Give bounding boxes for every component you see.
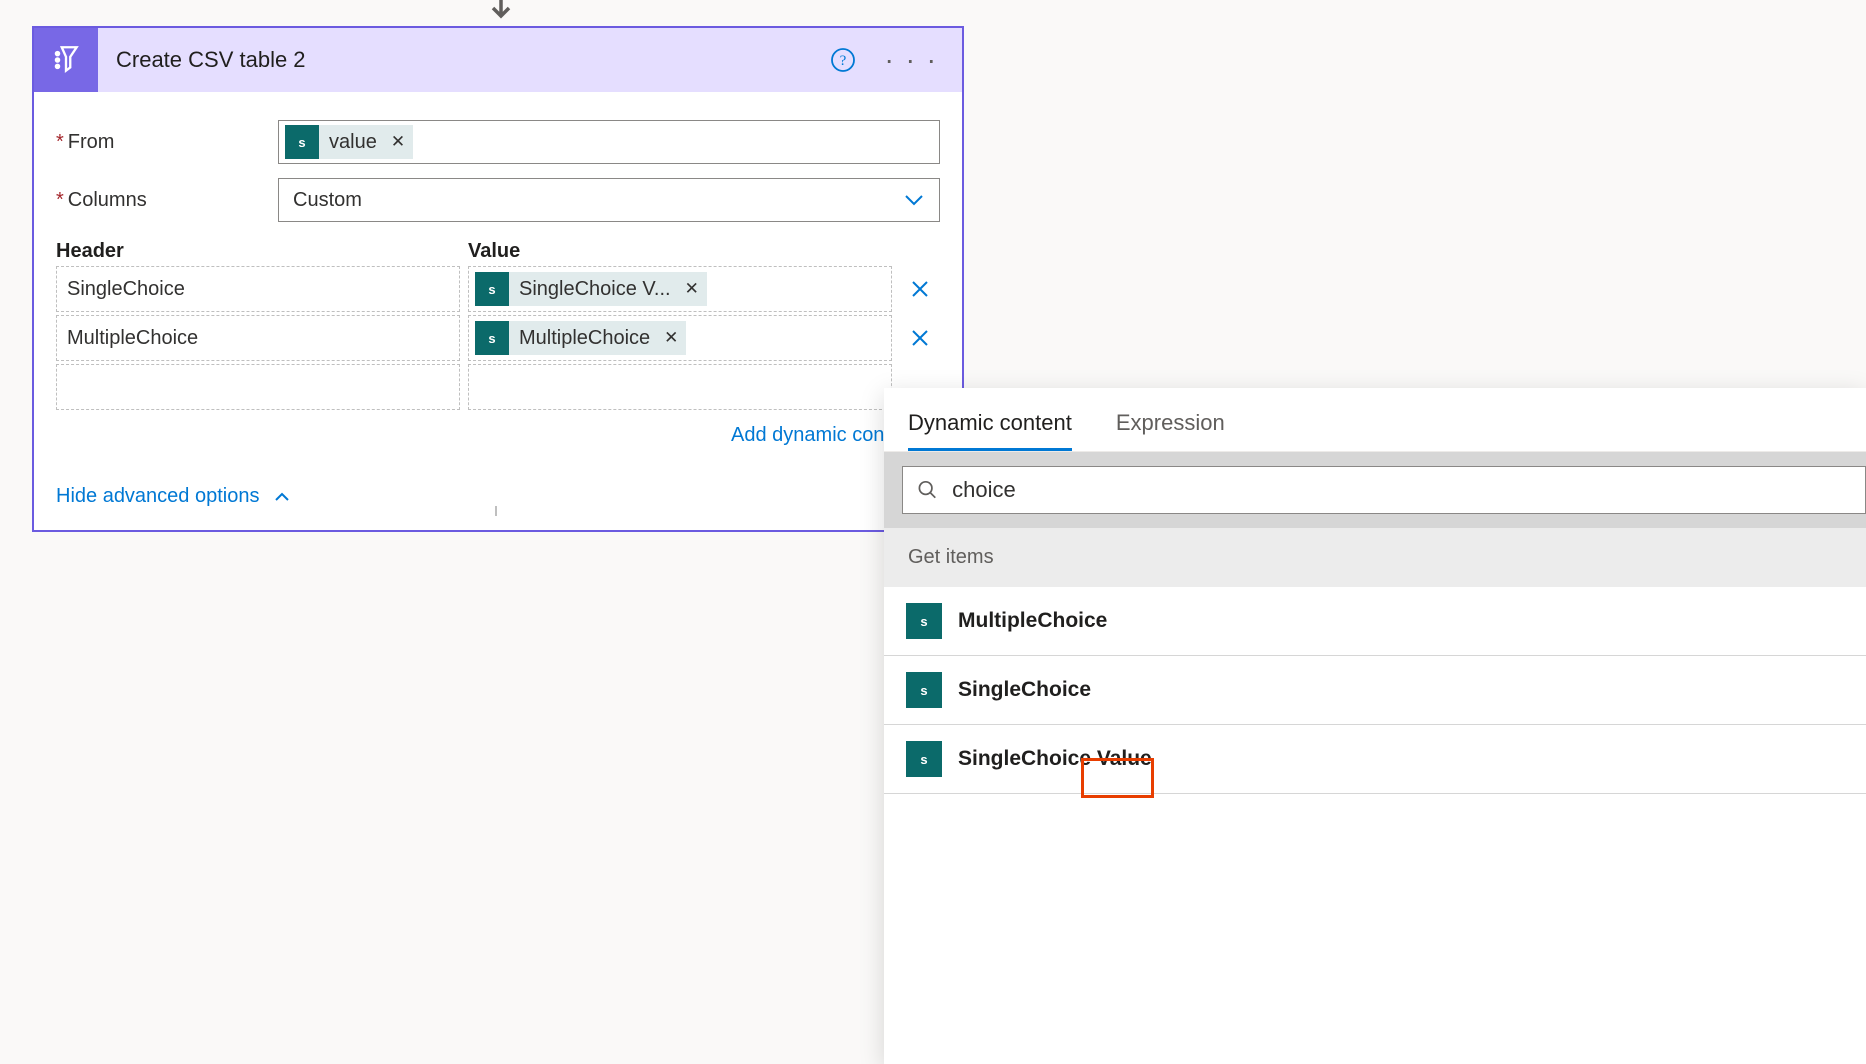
sharepoint-icon: s: [475, 321, 509, 355]
more-icon[interactable]: · · ·: [884, 46, 938, 74]
value-cell[interactable]: s MultipleChoice ✕: [468, 315, 892, 361]
header-cell[interactable]: SingleChoice: [56, 266, 460, 312]
action-card-header[interactable]: Create CSV table 2 ? · · ·: [34, 28, 962, 92]
value-token[interactable]: s SingleChoice V... ✕: [475, 272, 707, 306]
dynamic-content-panel: Dynamic content Expression Get items s M…: [884, 388, 1866, 1064]
action-icon: [34, 28, 98, 92]
add-dynamic-content-link[interactable]: Add dynamic cont: [56, 424, 896, 447]
sharepoint-icon: s: [285, 125, 319, 159]
table-header-value: Value: [468, 240, 892, 263]
table-row-empty: [56, 364, 940, 410]
columns-value: Custom: [293, 189, 362, 212]
dc-item-singlechoice[interactable]: s SingleChoice: [884, 656, 1866, 725]
from-token-label: value: [329, 131, 377, 154]
sharepoint-icon: s: [906, 741, 942, 777]
sharepoint-icon: s: [475, 272, 509, 306]
table-header-header: Header: [56, 240, 460, 263]
value-cell[interactable]: s SingleChoice V... ✕: [468, 266, 892, 312]
search-icon: [917, 479, 938, 501]
columns-table: Header Value SingleChoice s SingleChoice…: [56, 240, 940, 410]
remove-token-icon[interactable]: ✕: [391, 132, 405, 152]
delete-row-button[interactable]: [900, 327, 940, 349]
tab-dynamic-content[interactable]: Dynamic content: [908, 410, 1072, 451]
remove-token-icon[interactable]: ✕: [685, 279, 699, 299]
delete-row-button[interactable]: [900, 278, 940, 300]
flow-arrow-icon: [485, 0, 517, 24]
table-row: MultipleChoice s MultipleChoice ✕: [56, 315, 940, 361]
action-title: Create CSV table 2: [98, 47, 830, 73]
svg-text:?: ?: [840, 53, 847, 69]
help-icon[interactable]: ?: [830, 47, 856, 73]
sharepoint-icon: s: [906, 672, 942, 708]
dc-search-wrap: [884, 452, 1866, 528]
from-field-row: *From s value ✕: [56, 120, 940, 164]
dc-item-multiplechoice[interactable]: s MultipleChoice: [884, 587, 1866, 656]
sharepoint-icon: s: [906, 603, 942, 639]
dc-tabs: Dynamic content Expression: [884, 388, 1866, 452]
value-cell[interactable]: [468, 364, 892, 410]
columns-field-row: *Columns Custom: [56, 178, 940, 222]
table-row: SingleChoice s SingleChoice V... ✕: [56, 266, 940, 312]
columns-label: *Columns: [56, 189, 278, 212]
header-cell[interactable]: [56, 364, 460, 410]
chevron-up-icon: [273, 488, 291, 506]
tab-expression[interactable]: Expression: [1116, 410, 1225, 451]
dc-search-box[interactable]: [902, 466, 1866, 514]
columns-select[interactable]: Custom: [278, 178, 940, 222]
from-label: *From: [56, 131, 278, 154]
dc-search-input[interactable]: [952, 477, 1851, 503]
header-cell[interactable]: MultipleChoice: [56, 315, 460, 361]
hide-advanced-options-link[interactable]: Hide advanced options: [56, 485, 940, 508]
remove-token-icon[interactable]: ✕: [664, 328, 678, 348]
dc-section-header: Get items: [884, 528, 1866, 587]
chevron-down-icon: [903, 189, 925, 211]
value-token[interactable]: s MultipleChoice ✕: [475, 321, 686, 355]
action-card: Create CSV table 2 ? · · · *From s value…: [32, 26, 964, 532]
flow-connector: [495, 506, 497, 516]
dc-item-singlechoice-value[interactable]: s SingleChoice Value: [884, 725, 1866, 794]
from-token[interactable]: s value ✕: [285, 125, 413, 159]
from-input[interactable]: s value ✕: [278, 120, 940, 164]
